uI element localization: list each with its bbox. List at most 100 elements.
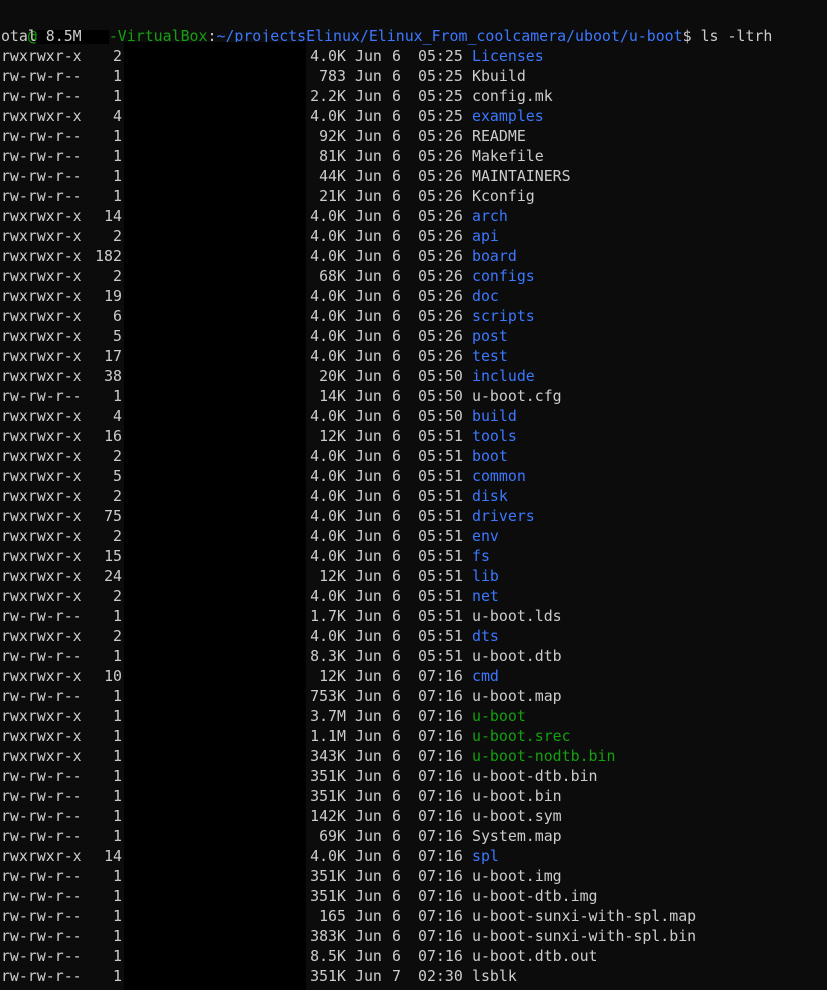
file-links: 2 xyxy=(113,587,122,605)
file-name[interactable]: u-boot.bin xyxy=(472,786,562,806)
file-time: 05:51 xyxy=(418,607,463,625)
file-name[interactable]: u-boot-nodtb.bin xyxy=(472,746,615,766)
file-time: 07:16 xyxy=(418,707,463,725)
file-name[interactable]: build xyxy=(472,406,517,426)
file-time: 05:26 xyxy=(418,347,463,365)
file-perms: drwxrwxr-x xyxy=(0,527,82,545)
file-size: 8.5K xyxy=(310,947,346,965)
file-name[interactable]: README xyxy=(472,126,526,146)
file-name[interactable]: include xyxy=(472,366,535,386)
file-name[interactable]: fs xyxy=(472,546,490,566)
file-name[interactable]: u-boot.dtb.out xyxy=(472,946,598,966)
file-name[interactable]: Licenses xyxy=(472,46,544,66)
file-month: Jun xyxy=(355,127,382,145)
file-name[interactable]: arch xyxy=(472,206,508,226)
file-perms: -rw-rw-r-- xyxy=(0,147,82,165)
redacted-owner-group-block xyxy=(124,42,306,990)
file-month: Jun xyxy=(355,647,382,665)
file-name[interactable]: u-boot-dtb.bin xyxy=(472,766,598,786)
file-links: 1 xyxy=(113,747,122,765)
file-day: 6 xyxy=(392,287,401,305)
file-name[interactable]: boot xyxy=(472,446,508,466)
file-name[interactable]: u-boot-dtb.img xyxy=(472,886,598,906)
file-name[interactable]: api xyxy=(472,226,499,246)
file-links: 2 xyxy=(113,267,122,285)
file-month: Jun xyxy=(355,747,382,765)
file-time: 05:26 xyxy=(418,287,463,305)
file-name[interactable]: dts xyxy=(472,626,499,646)
file-name[interactable]: env xyxy=(472,526,499,546)
file-perms: -rwxrwxr-x xyxy=(0,727,82,745)
file-name[interactable]: config.mk xyxy=(472,86,553,106)
file-perms: -rw-rw-r-- xyxy=(0,127,82,145)
file-name[interactable]: Makefile xyxy=(472,146,544,166)
file-day: 6 xyxy=(392,707,401,725)
file-name[interactable]: configs xyxy=(472,266,535,286)
file-name[interactable]: u-boot.srec xyxy=(472,726,571,746)
file-month: Jun xyxy=(355,47,382,65)
file-size: 4.0K xyxy=(310,467,346,485)
file-name[interactable]: common xyxy=(472,466,526,486)
file-name[interactable]: lib xyxy=(472,566,499,586)
file-perms: -rw-rw-r-- xyxy=(0,67,82,85)
file-month: Jun xyxy=(355,547,382,565)
file-name[interactable]: u-boot.map xyxy=(472,686,562,706)
file-name[interactable]: scripts xyxy=(472,306,535,326)
file-name[interactable]: u-boot xyxy=(472,706,526,726)
file-day: 6 xyxy=(392,107,401,125)
file-name[interactable]: lsblk xyxy=(472,966,517,986)
file-perms: -rw-rw-r-- xyxy=(0,967,82,985)
file-perms: -rw-rw-r-- xyxy=(0,827,82,845)
file-links: 14 xyxy=(104,207,122,225)
file-size: 4.0K xyxy=(310,507,346,525)
file-month: Jun xyxy=(355,507,382,525)
file-name[interactable]: MAINTAINERS xyxy=(472,166,571,186)
file-name[interactable]: cmd xyxy=(472,666,499,686)
file-links: 5 xyxy=(113,327,122,345)
file-name[interactable]: System.map xyxy=(472,826,562,846)
file-links: 1 xyxy=(113,127,122,145)
file-name[interactable]: disk xyxy=(472,486,508,506)
file-links: 182 xyxy=(95,247,122,265)
file-size: 383K xyxy=(310,927,346,945)
file-perms: -rw-rw-r-- xyxy=(0,767,82,785)
file-month: Jun xyxy=(355,427,382,445)
file-name[interactable]: u-boot.img xyxy=(472,866,562,886)
file-name[interactable]: Kconfig xyxy=(472,186,535,206)
file-size: 12K xyxy=(319,667,346,685)
file-day: 6 xyxy=(392,327,401,345)
file-name[interactable]: u-boot.dtb xyxy=(472,646,562,666)
file-name[interactable]: u-boot-sunxi-with-spl.map xyxy=(472,906,696,926)
file-name[interactable]: examples xyxy=(472,106,544,126)
file-name[interactable]: board xyxy=(472,246,517,266)
file-size: 351K xyxy=(310,887,346,905)
file-name[interactable]: net xyxy=(472,586,499,606)
file-links: 2 xyxy=(113,627,122,645)
file-month: Jun xyxy=(355,707,382,725)
file-name[interactable]: drivers xyxy=(472,506,535,526)
file-links: 1 xyxy=(113,947,122,965)
file-name[interactable]: u-boot.sym xyxy=(472,806,562,826)
file-links: 15 xyxy=(104,547,122,565)
file-day: 6 xyxy=(392,887,401,905)
file-links: 1 xyxy=(113,767,122,785)
file-name[interactable]: post xyxy=(472,326,508,346)
file-name[interactable]: test xyxy=(472,346,508,366)
file-links: 1 xyxy=(113,727,122,745)
file-links: 2 xyxy=(113,527,122,545)
file-name[interactable]: spl xyxy=(472,846,499,866)
file-name[interactable]: tools xyxy=(472,426,517,446)
file-time: 07:16 xyxy=(418,747,463,765)
file-name[interactable]: u-boot-sunxi-with-spl.bin xyxy=(472,926,696,946)
file-day: 6 xyxy=(392,307,401,325)
file-links: 1 xyxy=(113,887,122,905)
file-day: 6 xyxy=(392,727,401,745)
file-name[interactable]: Kbuild xyxy=(472,66,526,86)
file-name[interactable]: doc xyxy=(472,286,499,306)
file-name[interactable]: u-boot.cfg xyxy=(472,386,562,406)
file-links: 1 xyxy=(113,647,122,665)
file-links: 10 xyxy=(104,667,122,685)
file-name[interactable]: u-boot.lds xyxy=(472,606,562,626)
terminal-window[interactable]: @ -VirtualBox:~/projectsElinux/Elinux_Fro… xyxy=(0,0,827,990)
file-month: Jun xyxy=(355,367,382,385)
